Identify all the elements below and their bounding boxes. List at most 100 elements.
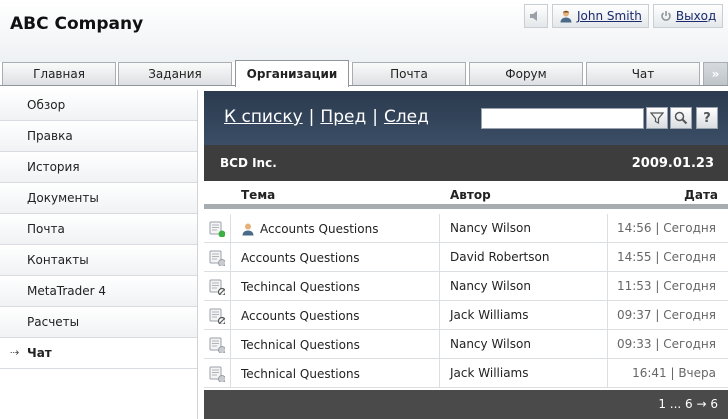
sidebar-item-metatrader[interactable]: MetaTrader 4 bbox=[0, 276, 197, 307]
record-navbar: К списку | Пред | След ? bbox=[204, 91, 728, 145]
tab-tasks[interactable]: Задания bbox=[118, 62, 232, 86]
nav-separator: | bbox=[308, 107, 315, 127]
tab-home[interactable]: Главная bbox=[2, 62, 116, 86]
table-row[interactable]: Technical Questions Jack Williams 16:41 | … bbox=[204, 359, 728, 388]
sidebar-item-edit[interactable]: Правка bbox=[0, 121, 197, 152]
topic-text: Accounts Questions bbox=[241, 309, 360, 323]
active-arrow-icon: ⇢ bbox=[10, 346, 20, 359]
organization-date: 2009.01.23 bbox=[631, 156, 714, 171]
user-toolbar: John Smith Выход bbox=[524, 4, 727, 28]
sidebar-item-overview[interactable]: Обзор bbox=[0, 90, 197, 121]
sidebar-item-label: Обзор bbox=[27, 98, 66, 112]
status-cell bbox=[204, 243, 231, 272]
power-icon bbox=[661, 11, 671, 21]
chat-offline-icon bbox=[209, 366, 225, 382]
tabs-more-button[interactable]: » bbox=[703, 62, 728, 86]
help-button[interactable]: ? bbox=[696, 107, 718, 129]
topic-cell[interactable]: Accounts Questions bbox=[241, 309, 359, 323]
tab-chat[interactable]: Чат bbox=[586, 62, 700, 86]
organization-name: BCD Inc. bbox=[220, 156, 277, 170]
organization-bar: BCD Inc. 2009.01.23 bbox=[204, 145, 728, 181]
sidebar-item-label: Расчеты bbox=[27, 315, 80, 329]
help-icon: ? bbox=[703, 110, 711, 126]
status-cell bbox=[204, 330, 231, 359]
sidebar-item-payments[interactable]: Расчеты bbox=[0, 307, 197, 338]
date-cell: 14:56 | Сегодня bbox=[607, 214, 728, 243]
sidebar-item-label: Контакты bbox=[27, 253, 89, 267]
column-topic[interactable]: Тема bbox=[241, 188, 275, 202]
sidebar-item-contacts[interactable]: Контакты bbox=[0, 245, 197, 276]
search-button[interactable] bbox=[670, 107, 692, 129]
topic-text: Technical Questions bbox=[241, 367, 360, 381]
sidebar-item-label: Правка bbox=[27, 129, 73, 143]
main-tabs: Главная Задания Организации Почта Форум … bbox=[0, 60, 728, 87]
main-panel: К списку | Пред | След ? BCD Inc. 2009.01.23… bbox=[204, 91, 728, 419]
table-row[interactable]: Accounts Questions Nancy Wilson 14:56 | Се… bbox=[204, 214, 728, 243]
logout-link[interactable]: Выход bbox=[676, 9, 716, 23]
topic-text: Accounts Questions bbox=[260, 222, 379, 236]
sidebar-item-label: Почта bbox=[27, 222, 65, 236]
user-name-link[interactable]: John Smith bbox=[577, 9, 642, 23]
sidebar-item-label: Чат bbox=[27, 346, 52, 360]
sidebar-item-label: MetaTrader 4 bbox=[27, 284, 107, 298]
tab-organizations[interactable]: Организации bbox=[235, 60, 349, 87]
topic-cell[interactable]: Accounts Questions bbox=[241, 251, 359, 265]
user-icon bbox=[560, 10, 572, 23]
chat-closed-icon bbox=[209, 308, 225, 324]
date-cell: 16:41 | Вчера bbox=[607, 359, 728, 388]
author-cell: Nancy Wilson bbox=[439, 272, 607, 301]
company-name: ABC Company bbox=[10, 14, 144, 34]
next-link[interactable]: След bbox=[384, 107, 429, 127]
funnel-icon bbox=[650, 112, 664, 124]
chat-offline-icon bbox=[209, 250, 225, 266]
record-nav-links: К списку | Пред | След bbox=[224, 107, 429, 127]
sidebar-item-history[interactable]: История bbox=[0, 152, 197, 183]
back-to-list-link[interactable]: К списку bbox=[224, 107, 303, 127]
user-icon bbox=[242, 223, 254, 236]
topic-cell[interactable]: Techincal Questions bbox=[241, 280, 360, 294]
author-cell: Jack Williams bbox=[439, 359, 607, 388]
tab-forum[interactable]: Форум bbox=[469, 62, 583, 86]
table-row[interactable]: Accounts Questions Jack Williams 09:37 | С… bbox=[204, 301, 728, 330]
user-button[interactable]: John Smith bbox=[552, 4, 649, 28]
column-author[interactable]: Автор bbox=[450, 188, 491, 202]
sidebar: Обзор Правка История Документы Почта Кон… bbox=[0, 90, 198, 419]
topic-cell[interactable]: Accounts Questions bbox=[241, 222, 378, 236]
table-row[interactable]: Technical Questions Nancy Wilson 09:33 | С… bbox=[204, 330, 728, 359]
speaker-icon bbox=[530, 11, 537, 21]
topic-cell[interactable]: Technical Questions bbox=[241, 338, 360, 352]
sidebar-item-chat[interactable]: ⇢ Чат bbox=[0, 338, 197, 369]
topic-text: Techincal Questions bbox=[241, 280, 360, 294]
status-cell bbox=[204, 359, 231, 388]
table-row[interactable]: Techincal Questions Nancy Wilson 11:53 | С… bbox=[204, 272, 728, 301]
table-row[interactable]: Accounts Questions David Robertson 14:55 |… bbox=[204, 243, 728, 272]
tab-divider bbox=[0, 85, 728, 86]
topic-cell[interactable]: Technical Questions bbox=[241, 367, 360, 381]
chat-closed-icon bbox=[209, 279, 225, 295]
table-header: Тема Автор Дата bbox=[204, 181, 728, 209]
search-input[interactable] bbox=[481, 108, 644, 129]
header: ABC Company John Smith Выход bbox=[0, 0, 728, 62]
status-cell bbox=[204, 272, 231, 301]
chat-table-body: Accounts Questions Nancy Wilson 14:56 | Се… bbox=[204, 214, 728, 388]
chat-offline-icon bbox=[209, 337, 225, 353]
sound-button[interactable] bbox=[524, 4, 548, 28]
chat-online-icon bbox=[209, 221, 225, 237]
date-cell: 11:53 | Сегодня bbox=[607, 272, 728, 301]
pagination[interactable]: 1 ... 6 → 6 bbox=[658, 397, 718, 411]
column-date[interactable]: Дата bbox=[684, 188, 718, 202]
logout-button[interactable]: Выход bbox=[652, 4, 724, 28]
date-cell: 09:37 | Сегодня bbox=[607, 301, 728, 330]
status-cell bbox=[204, 214, 231, 243]
topic-text: Accounts Questions bbox=[241, 251, 360, 265]
sidebar-item-label: История bbox=[27, 160, 80, 174]
sidebar-item-mail[interactable]: Почта bbox=[0, 214, 197, 245]
table-footer: 1 ... 6 → 6 bbox=[204, 390, 728, 419]
magnifier-icon bbox=[674, 111, 688, 125]
filter-button[interactable] bbox=[646, 107, 668, 129]
sidebar-item-documents[interactable]: Документы bbox=[0, 183, 197, 214]
prev-link[interactable]: Пред bbox=[320, 107, 366, 127]
author-cell: Nancy Wilson bbox=[439, 330, 607, 359]
tab-mail[interactable]: Почта bbox=[352, 62, 466, 86]
sidebar-item-label: Документы bbox=[27, 191, 99, 205]
